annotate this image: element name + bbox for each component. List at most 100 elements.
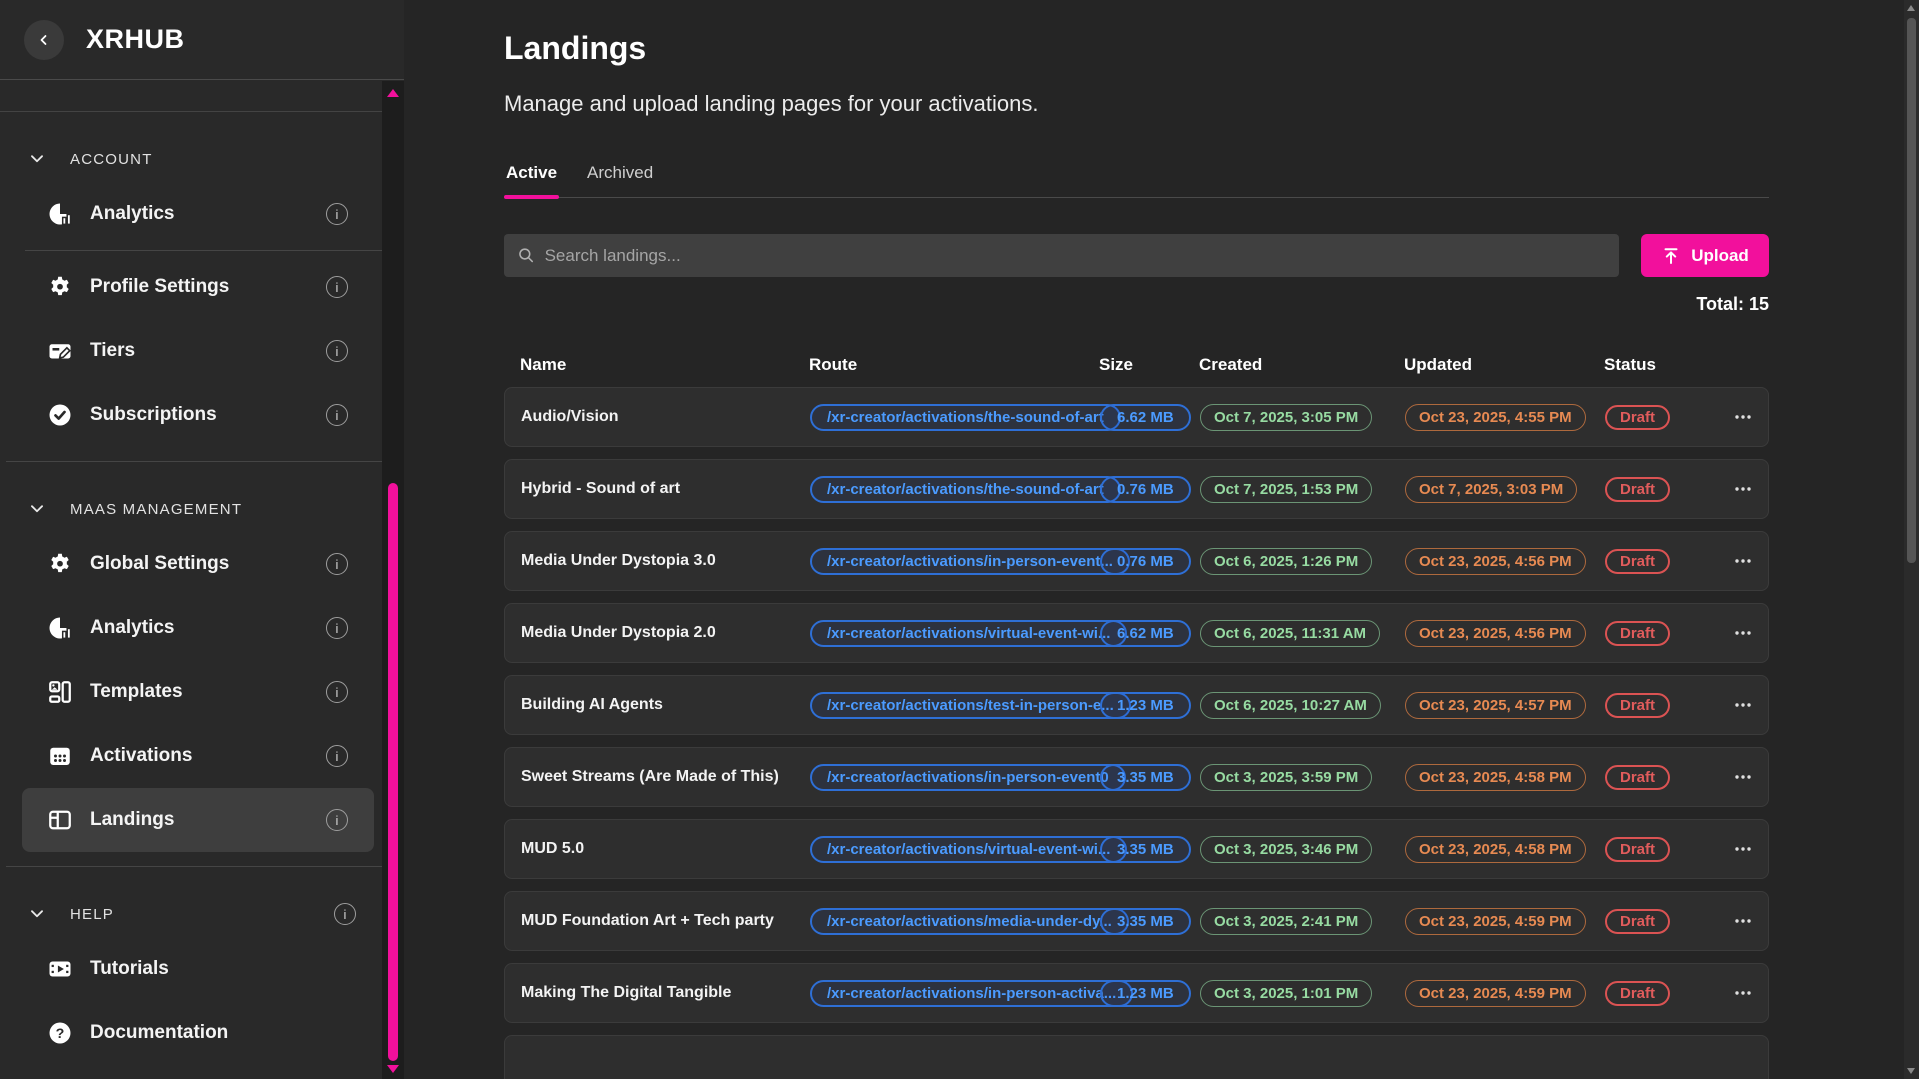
sidebar-scrollbar[interactable] — [382, 81, 404, 1079]
table-row[interactable]: Building AI Agents /xr-creator/activatio… — [504, 675, 1769, 735]
info-icon[interactable]: i — [326, 340, 348, 362]
column-status: Status — [1604, 355, 1694, 375]
sidebar-item-analytics-maas[interactable]: Analytics i — [22, 596, 374, 660]
route-pill[interactable]: /xr-creator/activations/media-under-dy..… — [810, 908, 1129, 935]
sidebar-item-tutorials[interactable]: Tutorials — [22, 937, 374, 1001]
info-icon[interactable]: i — [326, 745, 348, 767]
collapse-sidebar-button[interactable] — [24, 20, 64, 60]
layout-icon — [48, 808, 72, 832]
chevron-left-icon — [36, 32, 52, 48]
route-pill[interactable]: /xr-creator/activations/the-sound-of-art — [810, 476, 1121, 503]
row-menu-button[interactable] — [1732, 479, 1754, 499]
info-icon[interactable]: i — [326, 276, 348, 298]
created-pill: Oct 3, 2025, 3:46 PM — [1200, 836, 1372, 863]
sidebar-item-tiers[interactable]: Tiers i — [22, 319, 374, 383]
info-icon[interactable]: i — [326, 553, 348, 575]
table-header: Name Route Size Created Updated Status — [504, 355, 1769, 375]
ellipsis-icon — [1732, 839, 1754, 859]
route-pill[interactable]: /xr-creator/activations/virtual-event-wi… — [810, 836, 1127, 863]
grid-dots-icon — [48, 744, 72, 768]
divider — [6, 866, 382, 867]
sidebar-nav: ACCOUNT Analytics i Profile Settings i T… — [0, 80, 382, 1065]
search-input[interactable] — [545, 246, 1605, 266]
pie-chart-icon — [48, 202, 72, 226]
main-panel: Landings Manage and upload landing pages… — [404, 0, 1919, 1079]
chevron-down-icon — [28, 500, 46, 518]
section-account[interactable]: ACCOUNT — [0, 136, 382, 182]
row-menu-button[interactable] — [1732, 983, 1754, 1003]
ellipsis-icon — [1732, 911, 1754, 931]
row-menu-button[interactable] — [1732, 695, 1754, 715]
status-badge: Draft — [1605, 909, 1670, 934]
window-scrollbar[interactable] — [1904, 0, 1919, 1079]
table-row[interactable]: Sweet Streams (Are Made of This) /xr-cre… — [504, 747, 1769, 807]
section-help[interactable]: HELP i — [0, 891, 382, 937]
sidebar-item-landings[interactable]: Landings i — [22, 788, 374, 852]
route-pill[interactable]: /xr-creator/activations/the-sound-of-art — [810, 404, 1121, 431]
route-pill[interactable]: /xr-creator/activations/in-person-event0 — [810, 764, 1126, 791]
row-menu-button[interactable] — [1732, 767, 1754, 787]
templates-icon — [48, 680, 72, 704]
info-icon[interactable]: i — [326, 404, 348, 426]
created-pill: Oct 7, 2025, 3:05 PM — [1200, 404, 1372, 431]
status-badge: Draft — [1605, 477, 1670, 502]
column-name: Name — [520, 355, 809, 375]
sidebar-item-documentation[interactable]: ? Documentation — [22, 1001, 374, 1065]
tab-archived[interactable]: Archived — [585, 163, 655, 197]
route-pill[interactable]: /xr-creator/activations/virtual-event-wi… — [810, 620, 1127, 647]
section-maas-management[interactable]: MAAS MANAGEMENT — [0, 486, 382, 532]
table-row[interactable]: Audio/Vision /xr-creator/activations/the… — [504, 387, 1769, 447]
table-row-partial[interactable] — [504, 1035, 1769, 1079]
table-row[interactable]: MUD Foundation Art + Tech party /xr-crea… — [504, 891, 1769, 951]
tab-active[interactable]: Active — [504, 163, 559, 197]
size-pill: 3.35 MB — [1100, 764, 1191, 791]
search-bar[interactable] — [504, 234, 1619, 277]
info-icon[interactable]: i — [326, 617, 348, 639]
row-menu-button[interactable] — [1732, 551, 1754, 571]
table-row[interactable]: Media Under Dystopia 2.0 /xr-creator/act… — [504, 603, 1769, 663]
ellipsis-icon — [1732, 407, 1754, 427]
status-badge: Draft — [1605, 405, 1670, 430]
total-count: Total: 15 — [504, 294, 1769, 315]
info-icon[interactable]: i — [326, 203, 348, 225]
landing-name: Media Under Dystopia 3.0 — [521, 552, 810, 570]
route-pill[interactable]: /xr-creator/activations/in-person-event.… — [810, 548, 1130, 575]
info-icon[interactable]: i — [334, 903, 356, 925]
sidebar-item-profile-settings[interactable]: Profile Settings i — [22, 255, 374, 319]
info-icon[interactable]: i — [326, 681, 348, 703]
scroll-down-arrow-icon[interactable] — [1907, 1068, 1915, 1074]
table-row[interactable]: Hybrid - Sound of art /xr-creator/activa… — [504, 459, 1769, 519]
window-scrollbar-thumb[interactable] — [1907, 18, 1916, 563]
scroll-down-arrow-icon[interactable] — [387, 1065, 399, 1073]
table-row[interactable]: Making The Digital Tangible /xr-creator/… — [504, 963, 1769, 1023]
table-row[interactable]: Media Under Dystopia 3.0 /xr-creator/act… — [504, 531, 1769, 591]
page-subtitle: Manage and upload landing pages for your… — [504, 91, 1769, 117]
column-created: Created — [1199, 355, 1404, 375]
card-pencil-icon — [48, 339, 72, 363]
question-circle-icon: ? — [48, 1021, 72, 1045]
row-menu-button[interactable] — [1732, 911, 1754, 931]
info-icon[interactable]: i — [326, 809, 348, 831]
sidebar-item-subscriptions[interactable]: Subscriptions i — [22, 383, 374, 447]
video-icon — [48, 957, 72, 981]
scroll-up-arrow-icon[interactable] — [1907, 5, 1915, 11]
size-pill: 0.76 MB — [1100, 476, 1191, 503]
route-pill[interactable]: /xr-creator/activations/in-person-activa… — [810, 980, 1133, 1007]
divider — [6, 461, 382, 462]
row-menu-button[interactable] — [1732, 407, 1754, 427]
row-menu-button[interactable] — [1732, 623, 1754, 643]
sidebar-item-activations[interactable]: Activations i — [22, 724, 374, 788]
table-row[interactable]: MUD 5.0 /xr-creator/activations/virtual-… — [504, 819, 1769, 879]
sidebar-scrollbar-thumb[interactable] — [388, 483, 398, 1061]
sidebar-item-templates[interactable]: Templates i — [22, 660, 374, 724]
sidebar-item-label: Analytics — [90, 617, 174, 639]
row-menu-button[interactable] — [1732, 839, 1754, 859]
svg-text:?: ? — [56, 1026, 65, 1042]
created-pill: Oct 7, 2025, 1:53 PM — [1200, 476, 1372, 503]
route-pill[interactable]: /xr-creator/activations/test-in-person-e… — [810, 692, 1131, 719]
sidebar-item-analytics[interactable]: Analytics i — [22, 182, 374, 246]
sidebar-item-global-settings[interactable]: Global Settings i — [22, 532, 374, 596]
updated-pill: Oct 23, 2025, 4:57 PM — [1405, 692, 1586, 719]
scroll-up-arrow-icon[interactable] — [387, 89, 399, 97]
upload-button[interactable]: Upload — [1641, 234, 1769, 277]
